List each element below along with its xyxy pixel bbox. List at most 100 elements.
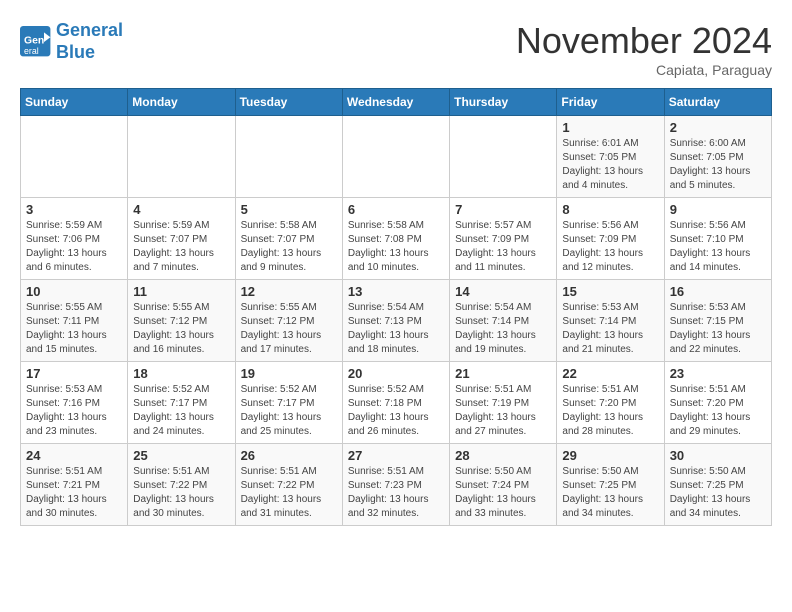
calendar-cell: 4 Sunrise: 5:59 AMSunset: 7:07 PMDaylight… <box>128 198 235 280</box>
month-title: November 2024 <box>516 20 772 62</box>
calendar-table: SundayMondayTuesdayWednesdayThursdayFrid… <box>20 88 772 526</box>
calendar-cell: 23 Sunrise: 5:51 AMSunset: 7:20 PMDayligh… <box>664 362 771 444</box>
calendar-cell: 27 Sunrise: 5:51 AMSunset: 7:23 PMDayligh… <box>342 444 449 526</box>
calendar-cell <box>21 116 128 198</box>
calendar-cell: 12 Sunrise: 5:55 AMSunset: 7:12 PMDayligh… <box>235 280 342 362</box>
day-info: Sunrise: 5:50 AMSunset: 7:25 PMDaylight:… <box>670 465 766 521</box>
day-number: 9 <box>670 202 766 217</box>
day-number: 25 <box>133 448 229 463</box>
day-info: Sunrise: 5:59 AMSunset: 7:06 PMDaylight:… <box>26 219 122 275</box>
title-area: November 2024 Capiata, Paraguay <box>516 20 772 78</box>
calendar-body: 1 Sunrise: 6:01 AMSunset: 7:05 PMDaylight… <box>21 116 772 526</box>
day-number: 4 <box>133 202 229 217</box>
day-info: Sunrise: 5:55 AMSunset: 7:12 PMDaylight:… <box>241 301 337 357</box>
day-info: Sunrise: 6:01 AMSunset: 7:05 PMDaylight:… <box>562 137 658 193</box>
calendar-cell: 17 Sunrise: 5:53 AMSunset: 7:16 PMDayligh… <box>21 362 128 444</box>
calendar-cell: 29 Sunrise: 5:50 AMSunset: 7:25 PMDayligh… <box>557 444 664 526</box>
logo: Gen eral General Blue <box>20 20 123 63</box>
calendar-cell: 16 Sunrise: 5:53 AMSunset: 7:15 PMDayligh… <box>664 280 771 362</box>
day-number: 27 <box>348 448 444 463</box>
calendar-cell: 13 Sunrise: 5:54 AMSunset: 7:13 PMDayligh… <box>342 280 449 362</box>
day-number: 20 <box>348 366 444 381</box>
svg-text:eral: eral <box>24 46 39 56</box>
calendar-header: SundayMondayTuesdayWednesdayThursdayFrid… <box>21 89 772 116</box>
day-number: 18 <box>133 366 229 381</box>
location: Capiata, Paraguay <box>516 62 772 78</box>
calendar-cell: 15Sunrise: 5:53 AMSunset: 7:14 PMDayligh… <box>557 280 664 362</box>
day-info: Sunrise: 5:50 AMSunset: 7:25 PMDaylight:… <box>562 465 658 521</box>
calendar-cell: 3Sunrise: 5:59 AMSunset: 7:06 PMDaylight… <box>21 198 128 280</box>
calendar-cell <box>450 116 557 198</box>
calendar-cell: 20Sunrise: 5:52 AMSunset: 7:18 PMDayligh… <box>342 362 449 444</box>
calendar-cell: 11 Sunrise: 5:55 AMSunset: 7:12 PMDayligh… <box>128 280 235 362</box>
calendar-cell: 30Sunrise: 5:50 AMSunset: 7:25 PMDayligh… <box>664 444 771 526</box>
day-info: Sunrise: 6:00 AMSunset: 7:05 PMDaylight:… <box>670 137 766 193</box>
logo-text: General Blue <box>56 20 123 63</box>
calendar-cell <box>128 116 235 198</box>
day-number: 2 <box>670 120 766 135</box>
day-info: Sunrise: 5:56 AMSunset: 7:09 PMDaylight:… <box>562 219 658 275</box>
weekday-header-wednesday: Wednesday <box>342 89 449 116</box>
calendar-cell: 8Sunrise: 5:56 AMSunset: 7:09 PMDaylight… <box>557 198 664 280</box>
day-number: 5 <box>241 202 337 217</box>
day-info: Sunrise: 5:55 AMSunset: 7:12 PMDaylight:… <box>133 301 229 357</box>
day-number: 17 <box>26 366 122 381</box>
weekday-header-friday: Friday <box>557 89 664 116</box>
day-number: 26 <box>241 448 337 463</box>
day-number: 13 <box>348 284 444 299</box>
calendar-cell: 21Sunrise: 5:51 AMSunset: 7:19 PMDayligh… <box>450 362 557 444</box>
day-number: 19 <box>241 366 337 381</box>
day-number: 11 <box>133 284 229 299</box>
day-info: Sunrise: 5:51 AMSunset: 7:19 PMDaylight:… <box>455 383 551 439</box>
day-info: Sunrise: 5:59 AMSunset: 7:07 PMDaylight:… <box>133 219 229 275</box>
day-info: Sunrise: 5:51 AMSunset: 7:22 PMDaylight:… <box>133 465 229 521</box>
day-info: Sunrise: 5:51 AMSunset: 7:20 PMDaylight:… <box>562 383 658 439</box>
day-info: Sunrise: 5:51 AMSunset: 7:23 PMDaylight:… <box>348 465 444 521</box>
weekday-header-sunday: Sunday <box>21 89 128 116</box>
day-info: Sunrise: 5:52 AMSunset: 7:17 PMDaylight:… <box>133 383 229 439</box>
calendar-cell: 9 Sunrise: 5:56 AMSunset: 7:10 PMDaylight… <box>664 198 771 280</box>
day-info: Sunrise: 5:52 AMSunset: 7:17 PMDaylight:… <box>241 383 337 439</box>
calendar-cell: 19 Sunrise: 5:52 AMSunset: 7:17 PMDayligh… <box>235 362 342 444</box>
day-info: Sunrise: 5:56 AMSunset: 7:10 PMDaylight:… <box>670 219 766 275</box>
logo-line1: General <box>56 20 123 40</box>
calendar-cell: 1 Sunrise: 6:01 AMSunset: 7:05 PMDaylight… <box>557 116 664 198</box>
day-number: 12 <box>241 284 337 299</box>
day-info: Sunrise: 5:51 AMSunset: 7:22 PMDaylight:… <box>241 465 337 521</box>
calendar-cell: 5Sunrise: 5:58 AMSunset: 7:07 PMDaylight… <box>235 198 342 280</box>
day-number: 6 <box>348 202 444 217</box>
day-number: 7 <box>455 202 551 217</box>
logo-icon: Gen eral <box>20 26 52 58</box>
day-number: 22 <box>562 366 658 381</box>
day-info: Sunrise: 5:51 AMSunset: 7:21 PMDaylight:… <box>26 465 122 521</box>
week-row-0: 1 Sunrise: 6:01 AMSunset: 7:05 PMDaylight… <box>21 116 772 198</box>
day-info: Sunrise: 5:57 AMSunset: 7:09 PMDaylight:… <box>455 219 551 275</box>
day-info: Sunrise: 5:53 AMSunset: 7:15 PMDaylight:… <box>670 301 766 357</box>
day-info: Sunrise: 5:53 AMSunset: 7:14 PMDaylight:… <box>562 301 658 357</box>
calendar-cell: 14 Sunrise: 5:54 AMSunset: 7:14 PMDayligh… <box>450 280 557 362</box>
day-number: 23 <box>670 366 766 381</box>
day-number: 29 <box>562 448 658 463</box>
day-info: Sunrise: 5:54 AMSunset: 7:13 PMDaylight:… <box>348 301 444 357</box>
day-info: Sunrise: 5:55 AMSunset: 7:11 PMDaylight:… <box>26 301 122 357</box>
calendar-cell: 24Sunrise: 5:51 AMSunset: 7:21 PMDayligh… <box>21 444 128 526</box>
weekday-header-monday: Monday <box>128 89 235 116</box>
week-row-4: 24Sunrise: 5:51 AMSunset: 7:21 PMDayligh… <box>21 444 772 526</box>
svg-text:Gen: Gen <box>24 35 44 46</box>
logo-line2: Blue <box>56 42 95 62</box>
day-info: Sunrise: 5:51 AMSunset: 7:20 PMDaylight:… <box>670 383 766 439</box>
week-row-3: 17 Sunrise: 5:53 AMSunset: 7:16 PMDayligh… <box>21 362 772 444</box>
day-number: 14 <box>455 284 551 299</box>
weekday-header-saturday: Saturday <box>664 89 771 116</box>
calendar-cell: 7 Sunrise: 5:57 AMSunset: 7:09 PMDaylight… <box>450 198 557 280</box>
calendar-cell: 22 Sunrise: 5:51 AMSunset: 7:20 PMDayligh… <box>557 362 664 444</box>
day-info: Sunrise: 5:54 AMSunset: 7:14 PMDaylight:… <box>455 301 551 357</box>
day-number: 1 <box>562 120 658 135</box>
calendar-cell: 6Sunrise: 5:58 AMSunset: 7:08 PMDaylight… <box>342 198 449 280</box>
calendar-cell: 28Sunrise: 5:50 AMSunset: 7:24 PMDayligh… <box>450 444 557 526</box>
day-number: 16 <box>670 284 766 299</box>
weekday-row: SundayMondayTuesdayWednesdayThursdayFrid… <box>21 89 772 116</box>
calendar-cell: 25 Sunrise: 5:51 AMSunset: 7:22 PMDayligh… <box>128 444 235 526</box>
calendar-cell <box>342 116 449 198</box>
day-info: Sunrise: 5:53 AMSunset: 7:16 PMDaylight:… <box>26 383 122 439</box>
